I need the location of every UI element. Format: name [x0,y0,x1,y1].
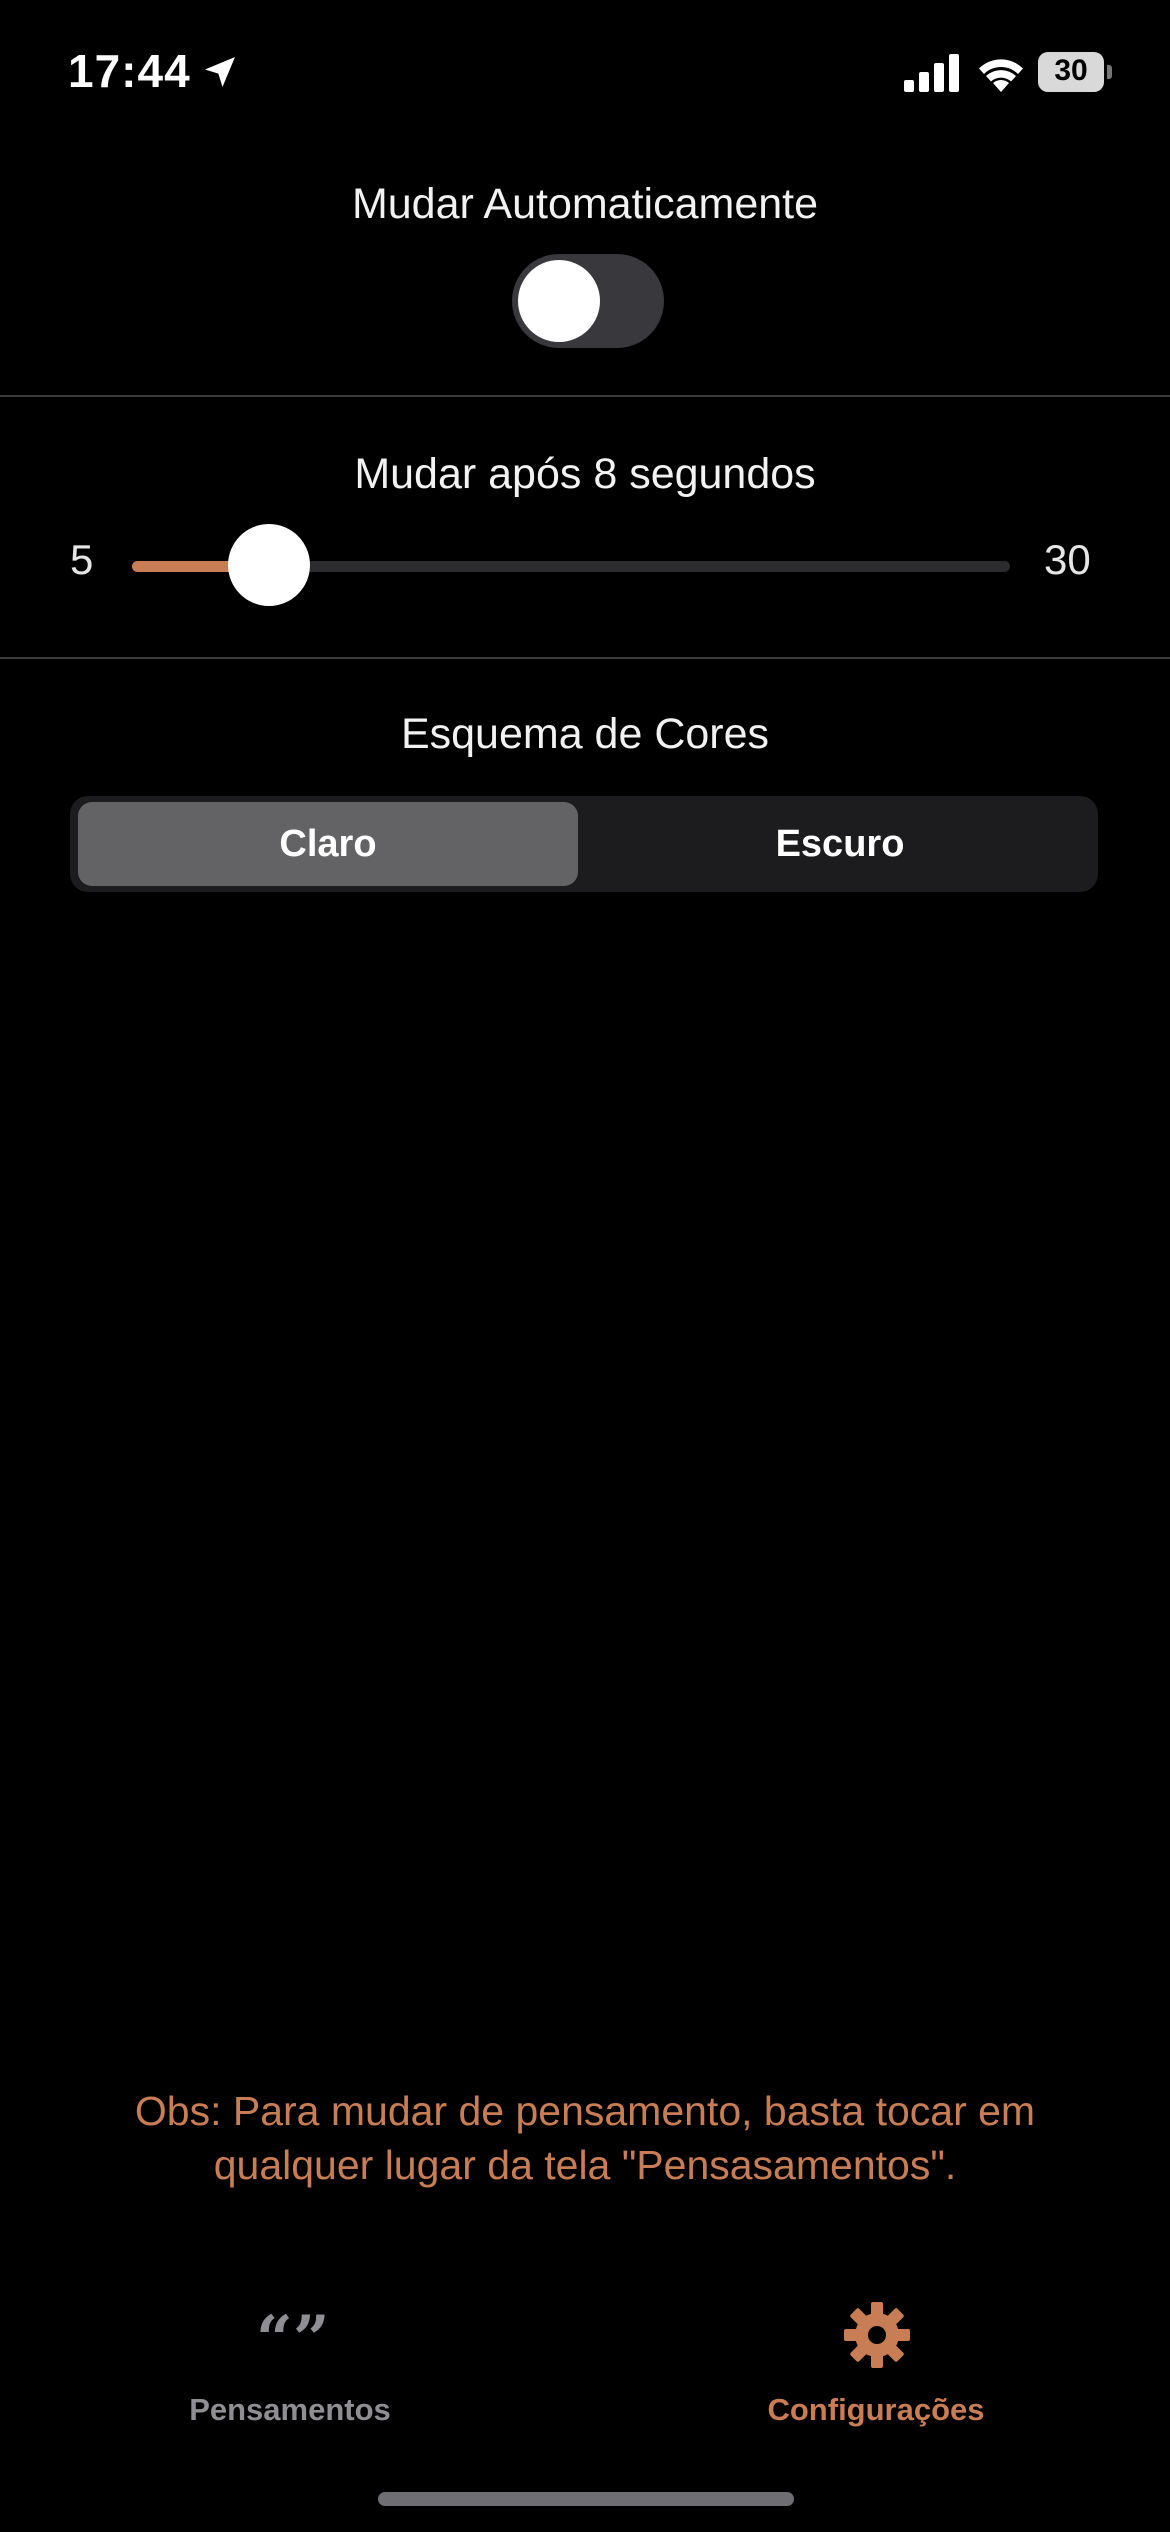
battery-nub [1107,65,1112,79]
tip-note: Obs: Para mudar de pensamento, basta toc… [134,2088,1036,2188]
toggle-knob [518,260,600,342]
segment-claro[interactable]: Claro [78,802,578,886]
auto-change-toggle[interactable] [512,254,664,348]
auto-change-title: Mudar Automaticamente [351,180,819,228]
interval-slider-thumb[interactable] [227,524,310,606]
slider-min-label: 5 [70,536,94,583]
status-bar: 17:44 30 [0,0,1170,150]
section-divider [0,395,1170,397]
battery-level: 30 [1054,54,1088,87]
status-time: 17:44 [68,45,191,97]
section-divider [0,657,1170,659]
signal-icon [904,54,959,92]
tab-label: Configurações [767,2392,985,2427]
tab-pensamentos[interactable]: “” Pensamentos [140,2300,440,2440]
color-scheme-title: Esquema de Cores [400,710,770,758]
location-arrow-icon [205,57,235,87]
home-indicator [378,2492,794,2506]
color-scheme-segmented-control: Claro Escuro [70,796,1098,892]
gear-icon [844,2302,910,2368]
slider-max-label: 30 [1044,536,1091,583]
wifi-icon [979,59,1023,92]
segment-escuro[interactable]: Escuro [590,802,1090,886]
quote-icon: “” [256,2302,330,2377]
interval-title: Mudar após 8 segundos [354,450,816,498]
battery-icon: 30 [1038,52,1112,92]
tab-configuracoes[interactable]: Configurações [726,2300,1026,2440]
tab-label: Pensamentos [189,2392,391,2427]
